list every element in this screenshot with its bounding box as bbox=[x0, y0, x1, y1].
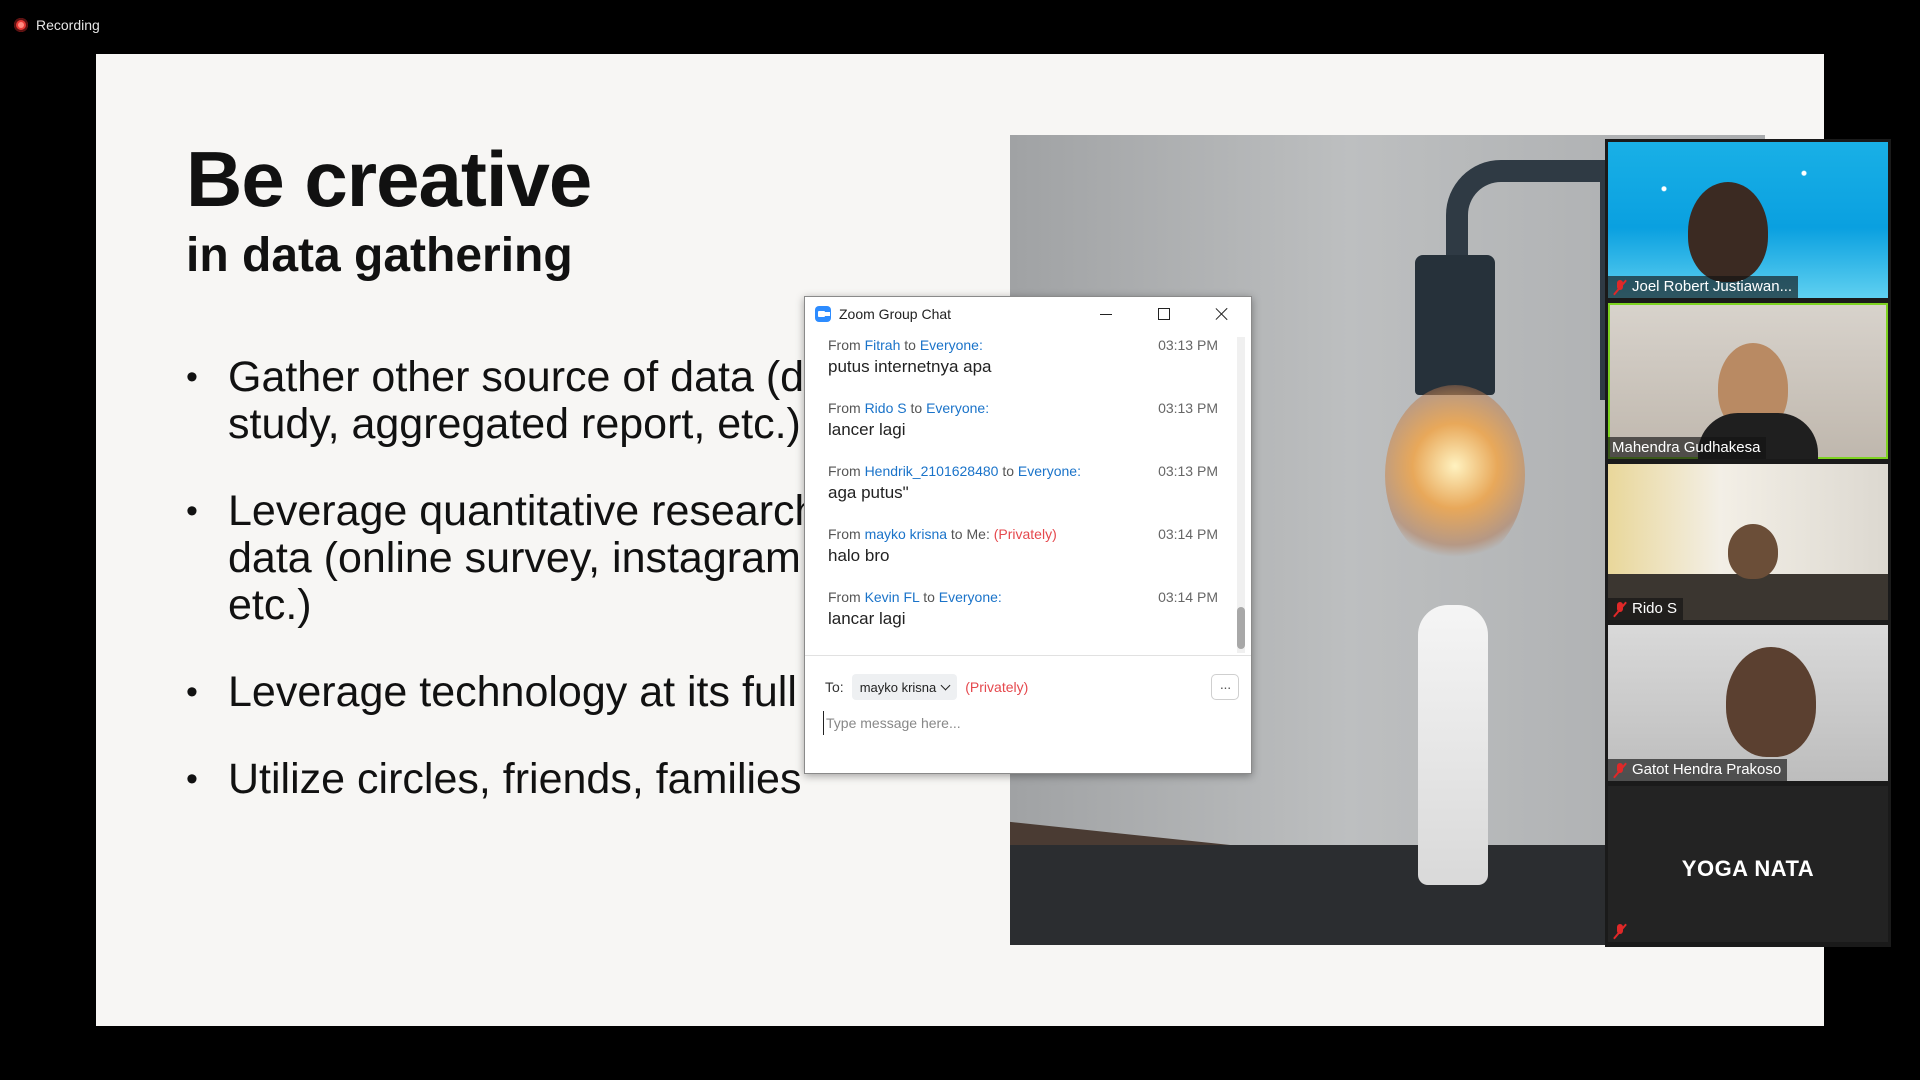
chat-scrollbar[interactable] bbox=[1237, 337, 1245, 653]
message-time: 03:13 PM bbox=[1158, 337, 1218, 353]
close-icon bbox=[1216, 308, 1228, 320]
recipient-row: To: mayko krisna (Privately) ··· bbox=[825, 673, 1239, 701]
participant-tile[interactable]: Gatot Hendra Prakoso bbox=[1608, 625, 1888, 781]
privately-label: (Privately) bbox=[965, 679, 1029, 695]
participant-tile[interactable]: YOGA NATA bbox=[1608, 786, 1888, 942]
slide-bullet: • Leverage quantitative research data (on… bbox=[186, 487, 819, 629]
bullet-icon: • bbox=[186, 673, 198, 711]
participant-head bbox=[1728, 524, 1778, 579]
participant-name: Mahendra Gudhakesa bbox=[1612, 439, 1761, 456]
chat-message: From Hendrik_2101628480 to Everyone: 03:… bbox=[828, 463, 1228, 503]
light-bulb bbox=[1385, 385, 1525, 565]
recipient-select[interactable]: mayko krisna bbox=[851, 674, 958, 700]
mic-muted-icon bbox=[1612, 279, 1628, 295]
group-chat-window: Zoom Group Chat From Fitrah to Everyone:… bbox=[804, 296, 1252, 774]
close-button[interactable] bbox=[1193, 297, 1251, 331]
maximize-icon bbox=[1158, 308, 1170, 320]
message-recipient: Everyone: bbox=[919, 337, 983, 353]
message-time: 03:14 PM bbox=[1158, 589, 1218, 605]
slide-bullets: • Gather other source of data (d study, a… bbox=[186, 354, 906, 843]
message-time: 03:13 PM bbox=[1158, 400, 1218, 416]
chat-message: From Rido S to Everyone: 03:13 PM lancer… bbox=[828, 400, 1228, 440]
message-text: aga putus" bbox=[828, 483, 909, 502]
participant-name: Gatot Hendra Prakoso bbox=[1632, 761, 1782, 778]
figurine bbox=[1418, 605, 1488, 885]
message-text: lancar lagi bbox=[828, 609, 906, 628]
message-sender[interactable]: mayko krisna bbox=[865, 526, 947, 542]
bullet-icon: • bbox=[186, 492, 198, 530]
mic-muted-icon bbox=[1612, 762, 1628, 778]
message-text: halo bro bbox=[828, 546, 890, 565]
slide-bullet: • Utilize circles, friends, families bbox=[186, 755, 802, 803]
recipient-value: mayko krisna bbox=[859, 679, 937, 695]
scroll-thumb[interactable] bbox=[1237, 607, 1245, 649]
chevron-down-icon bbox=[940, 680, 951, 690]
message-time: 03:13 PM bbox=[1158, 463, 1218, 479]
message-text: lancer lagi bbox=[828, 420, 906, 439]
chat-messages[interactable]: From Fitrah to Everyone: 03:13 PM putus … bbox=[805, 333, 1235, 653]
message-sender[interactable]: Rido S bbox=[865, 400, 907, 416]
private-tag: (Privately) bbox=[993, 526, 1057, 542]
message-recipient: Me: bbox=[966, 526, 990, 542]
participant-name: Joel Robert Justiawan... bbox=[1632, 278, 1793, 295]
chat-title: Zoom Group Chat bbox=[839, 306, 952, 322]
slide-title: Be creative bbox=[186, 135, 592, 223]
message-sender[interactable]: Fitrah bbox=[865, 337, 901, 353]
slide-bullet: • Leverage technology at its full bbox=[186, 668, 797, 716]
participant-tile[interactable]: Mahendra Gudhakesa bbox=[1608, 303, 1888, 459]
message-input[interactable] bbox=[823, 711, 1236, 735]
participant-video bbox=[1688, 182, 1768, 282]
message-sender[interactable]: Hendrik_2101628480 bbox=[865, 463, 999, 479]
participant-name: Rido S bbox=[1632, 600, 1678, 617]
more-options-button[interactable]: ··· bbox=[1211, 674, 1239, 700]
message-recipient: Everyone: bbox=[938, 589, 1002, 605]
to-label: To: bbox=[825, 679, 844, 695]
maximize-button[interactable] bbox=[1135, 297, 1193, 331]
bullet-icon: • bbox=[186, 358, 198, 396]
minimize-button[interactable] bbox=[1077, 297, 1135, 331]
participant-gallery: Joel Robert Justiawan... Mahendra Gudhak… bbox=[1605, 139, 1891, 947]
slide-subtitle: in data gathering bbox=[186, 229, 573, 282]
more-icon: ··· bbox=[1219, 679, 1232, 695]
bullet-icon: • bbox=[186, 760, 198, 798]
message-text: putus internetnya apa bbox=[828, 357, 992, 376]
recording-icon bbox=[14, 18, 28, 32]
mic-muted-icon bbox=[1612, 601, 1628, 617]
message-recipient: Everyone: bbox=[1017, 463, 1081, 479]
chat-message: From Fitrah to Everyone: 03:13 PM putus … bbox=[828, 337, 1228, 377]
message-sender[interactable]: Kevin FL bbox=[865, 589, 920, 605]
slide-bullet: • Gather other source of data (d study, a… bbox=[186, 354, 805, 448]
chat-message: From mayko krisna to Me: (Privately) 03:… bbox=[828, 526, 1228, 566]
participant-name: YOGA NATA bbox=[1681, 856, 1815, 881]
message-recipient: Everyone: bbox=[926, 400, 990, 416]
zoom-logo-icon bbox=[815, 306, 831, 322]
recording-indicator[interactable]: Recording bbox=[14, 14, 100, 36]
mic-muted-icon bbox=[1612, 923, 1628, 939]
minimize-icon bbox=[1100, 313, 1112, 315]
recording-label: Recording bbox=[36, 17, 100, 33]
participant-tile[interactable]: Joel Robert Justiawan... bbox=[1608, 142, 1888, 298]
participant-tile[interactable]: Rido S bbox=[1608, 464, 1888, 620]
chat-message: From Kevin FL to Everyone: 03:14 PM lanc… bbox=[828, 589, 1228, 629]
message-time: 03:14 PM bbox=[1158, 526, 1218, 542]
chat-divider bbox=[805, 655, 1251, 656]
lamp-socket bbox=[1415, 255, 1495, 395]
chat-titlebar[interactable]: Zoom Group Chat bbox=[805, 297, 1251, 331]
participant-video bbox=[1726, 647, 1816, 757]
